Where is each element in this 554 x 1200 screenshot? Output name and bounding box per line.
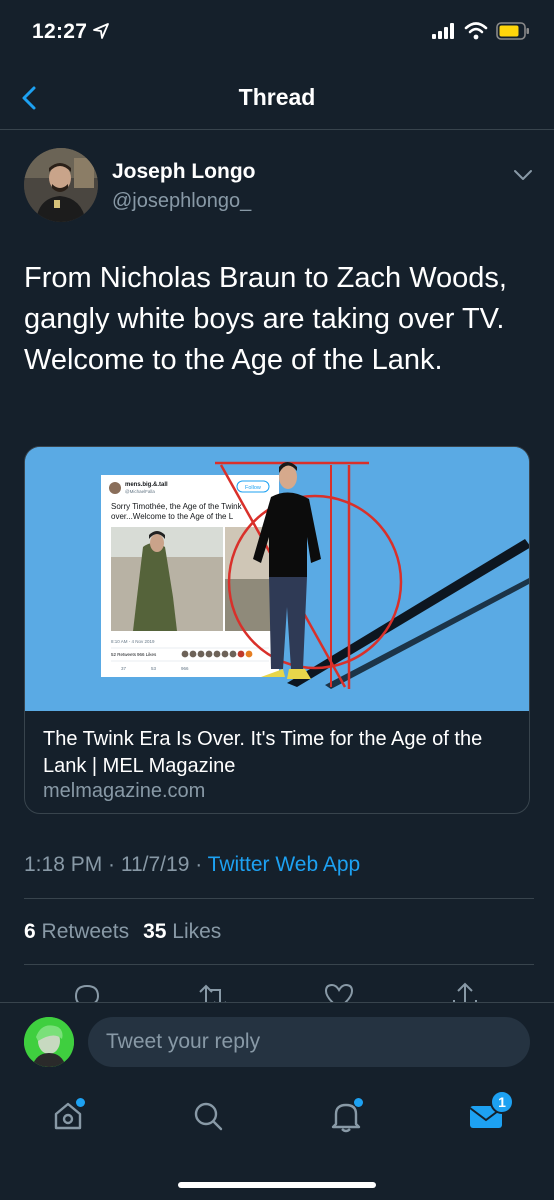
home-indicator <box>178 1182 376 1188</box>
tab-messages[interactable]: 1 <box>466 1090 514 1136</box>
wifi-icon <box>464 22 488 40</box>
divider <box>24 898 534 899</box>
status-bar: 12:27 <box>0 0 554 64</box>
status-indicators <box>432 22 530 40</box>
page-title: Thread <box>238 84 316 110</box>
tweet-text: From Nicholas Braun to Zach Woods, gangl… <box>24 262 507 376</box>
tweet-actions <box>0 980 554 1002</box>
reply-input[interactable]: Tweet your reply <box>88 1017 530 1067</box>
author-handle[interactable]: @josephlongo_ <box>112 190 251 213</box>
search-icon <box>194 1102 223 1131</box>
likes-stat[interactable]: 35 Likes <box>143 920 221 944</box>
embedded-handle: @MichaelFalla <box>125 489 155 494</box>
tweet-source-link[interactable]: Twitter Web App <box>208 853 361 876</box>
embedded-like-count: 966 <box>181 666 189 671</box>
embedded-retweets: 52 Retweets <box>111 652 137 657</box>
tweet-stats: 6 Retweets 35 Likes <box>24 920 221 944</box>
embedded-likes: 966 Likes <box>137 652 157 657</box>
link-card[interactable]: mens.big.&.tall @MichaelFalla Follow Sor… <box>24 446 530 814</box>
share-icon[interactable] <box>448 980 482 1002</box>
embedded-user: mens.big.&.tall <box>125 482 168 488</box>
status-time: 12:27 <box>32 20 88 43</box>
chevron-down-icon[interactable] <box>512 164 534 186</box>
like-label: Likes <box>172 920 222 943</box>
card-domain: melmagazine.com <box>43 780 206 802</box>
embedded-rt-count: 53 <box>151 666 157 671</box>
like-count: 35 <box>143 920 167 943</box>
embedded-text-2: over...Welcome to the Age of the L <box>111 512 234 521</box>
tweet-timestamp: 1:18 PM · 11/7/19 · <box>24 853 203 876</box>
author-avatar[interactable] <box>24 148 98 222</box>
author-name[interactable]: Joseph Longo <box>112 160 256 184</box>
tab-notifications[interactable] <box>326 1096 366 1136</box>
embedded-timestamp: 8:10 AM - 4 Nov 2019 <box>111 639 155 644</box>
location-arrow-icon <box>93 23 109 39</box>
retweet-label: Retweets <box>41 920 130 943</box>
signal-icon <box>432 23 454 39</box>
retweet-icon[interactable] <box>196 980 230 1002</box>
user-avatar[interactable] <box>24 1017 74 1067</box>
retweet-count: 6 <box>24 920 36 943</box>
tweet-header: Joseph Longo @josephlongo_ <box>24 148 534 228</box>
tab-bar: 1 <box>0 1080 554 1200</box>
like-heart-icon[interactable] <box>322 980 356 1002</box>
battery-icon <box>496 22 529 40</box>
nav-bar: Thread <box>0 64 554 130</box>
tab-home[interactable] <box>48 1096 88 1136</box>
notifications-dot <box>354 1098 363 1107</box>
card-title: The Twink Era Is Over. It's Time for the… <box>43 728 483 777</box>
embedded-reply-count: 37 <box>121 666 127 671</box>
divider <box>24 964 534 965</box>
reply-bar: Tweet your reply <box>0 1002 554 1080</box>
reply-icon[interactable] <box>70 980 104 1002</box>
messages-badge: 1 <box>490 1090 514 1114</box>
retweets-stat[interactable]: 6 Retweets <box>24 920 129 944</box>
embedded-follow: Follow <box>245 485 261 491</box>
card-image: mens.big.&.tall @MichaelFalla Follow Sor… <box>25 447 529 711</box>
embedded-tweet-screenshot: mens.big.&.tall @MichaelFalla Follow Sor… <box>101 475 279 677</box>
tweet-meta: 1:18 PM · 11/7/19 · Twitter Web App <box>24 853 360 877</box>
embedded-text-1: Sorry Timothée, the Age of the Twink <box>111 502 243 511</box>
tab-search[interactable] <box>188 1096 228 1136</box>
home-notification-dot <box>76 1098 85 1107</box>
